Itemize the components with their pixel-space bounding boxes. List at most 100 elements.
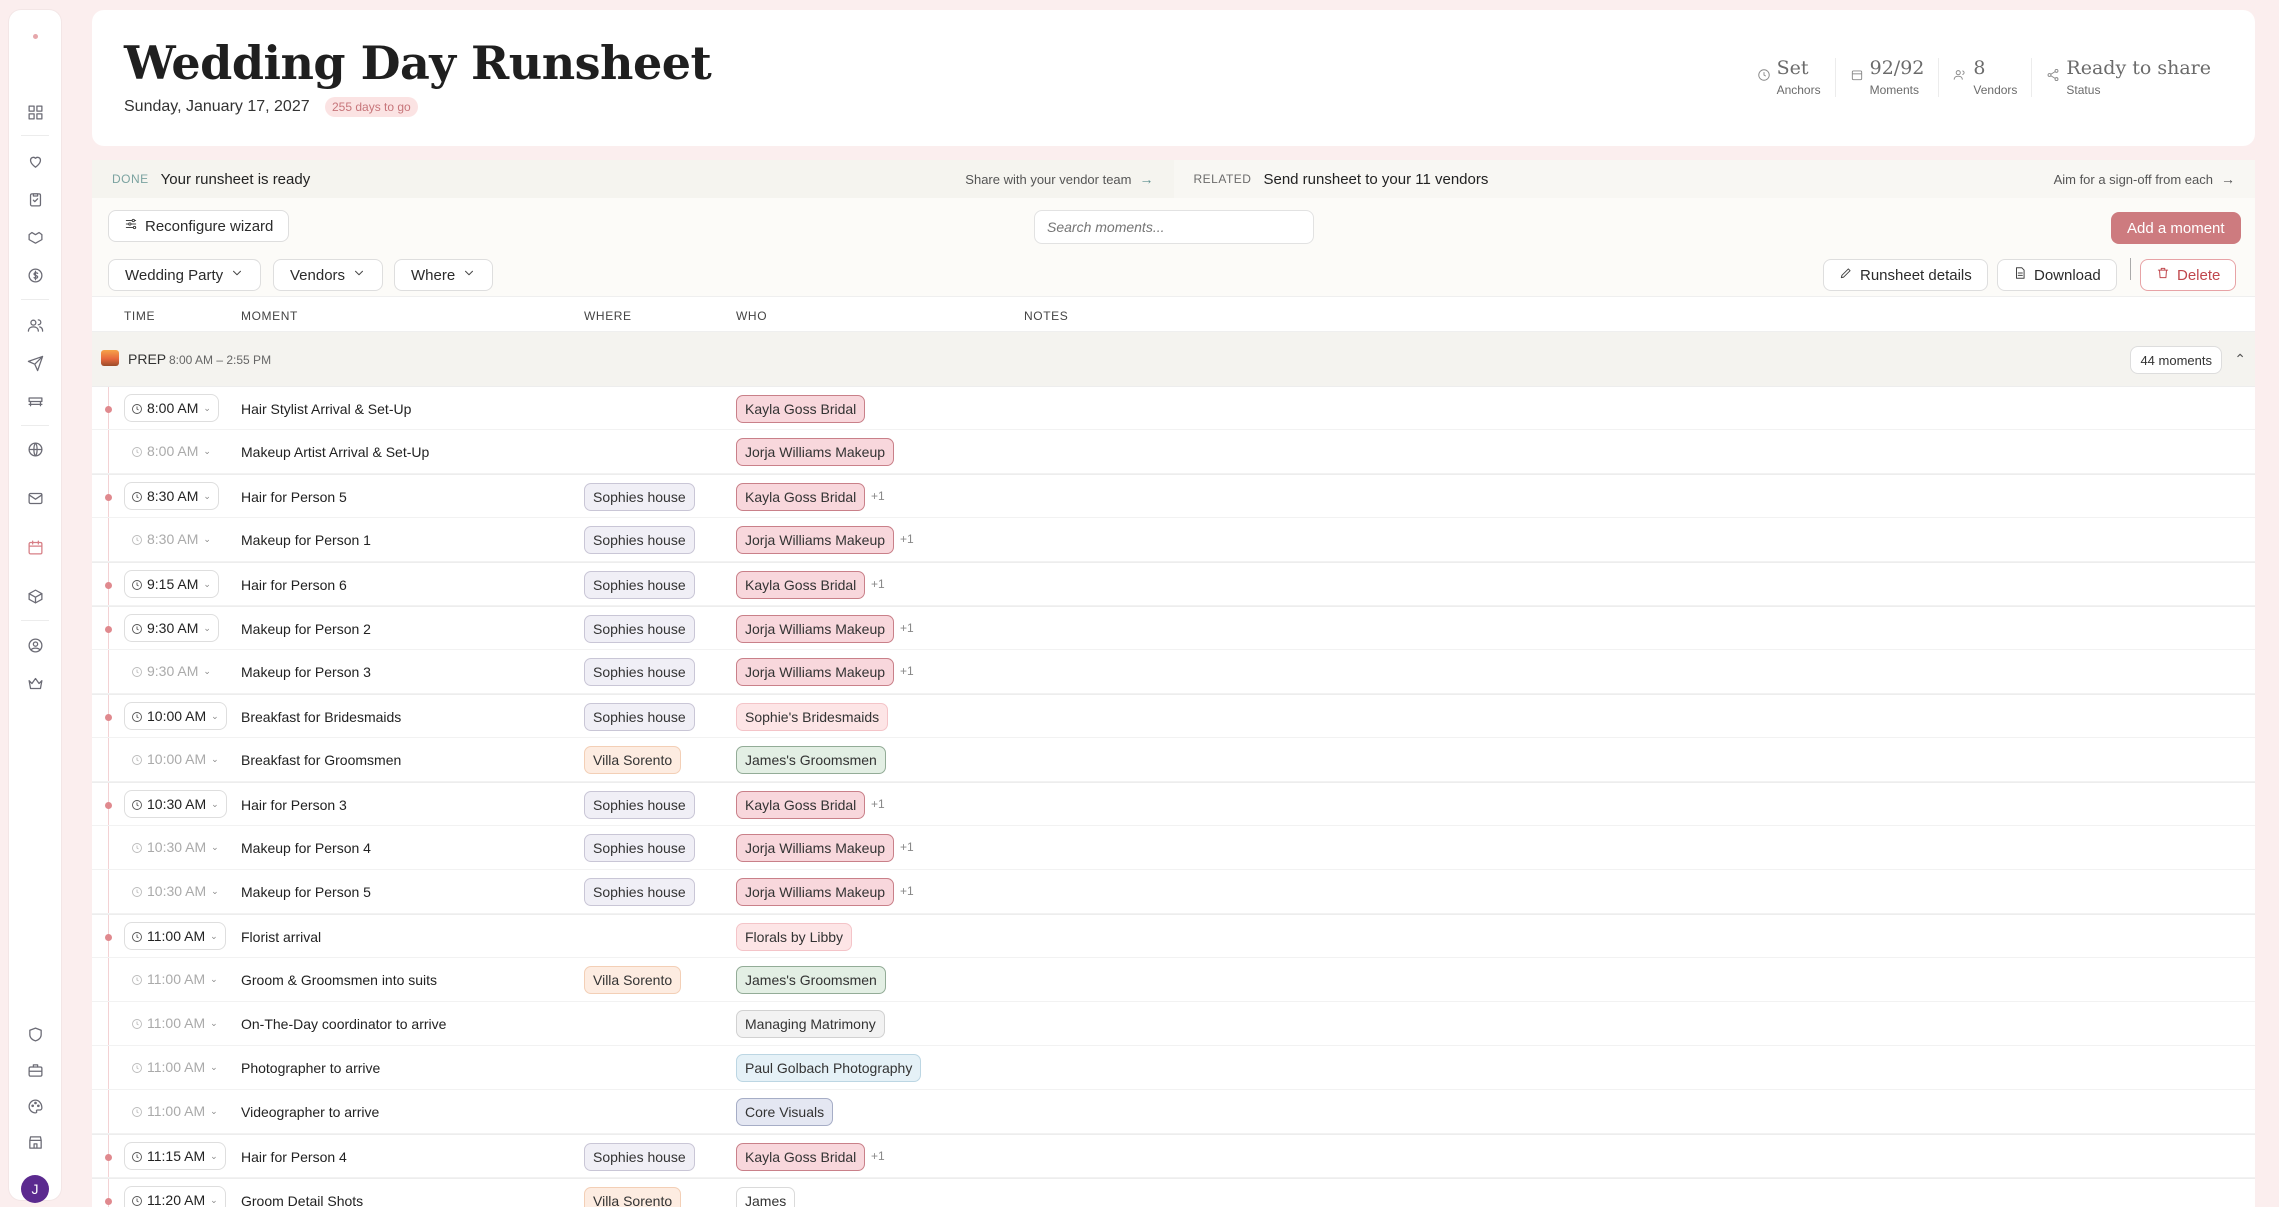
time-picker[interactable]: 11:00 AM ⌄: [124, 1009, 226, 1037]
table-row[interactable]: 11:00 AM ⌄ On-The-Day coordinator to arriv…: [92, 1002, 2255, 1046]
table-row[interactable]: 10:00 AM ⌄ Breakfast for Groomsmen Villa So…: [92, 738, 2255, 782]
table-row[interactable]: 11:00 AM ⌄ Groom & Groomsmen into suits Vil…: [92, 958, 2255, 1002]
time-picker[interactable]: 8:30 AM ⌄: [124, 525, 219, 553]
moment-title[interactable]: Hair for Person 3: [241, 797, 347, 813]
filter-where[interactable]: Where: [394, 259, 494, 291]
group-header-prep[interactable]: PREP 8:00 AM – 2:55 PM 44 moments ⌃: [92, 332, 2255, 386]
search-input[interactable]: [1034, 210, 1314, 244]
download-button[interactable]: Download: [1997, 259, 2117, 291]
reconfigure-wizard-button[interactable]: Reconfigure wizard: [108, 210, 290, 242]
moment-title[interactable]: Hair for Person 6: [241, 577, 347, 593]
vendor-tag[interactable]: Paul Golbach Photography: [736, 1054, 922, 1082]
location-tag[interactable]: Sophies house: [584, 615, 695, 643]
table-row[interactable]: 8:30 AM ⌄ Makeup for Person 1 Sophies house…: [92, 518, 2255, 562]
dollar-icon[interactable]: [25, 265, 45, 285]
moment-title[interactable]: Hair Stylist Arrival & Set-Up: [241, 401, 411, 417]
runsheet-details-button[interactable]: Runsheet details: [1823, 259, 1988, 291]
table-row[interactable]: 11:20 AM ⌄ Groom Detail Shots Villa Sorento…: [92, 1178, 2255, 1207]
table-row[interactable]: 9:30 AM ⌄ Makeup for Person 3 Sophies house…: [92, 650, 2255, 694]
account-icon[interactable]: [25, 635, 45, 655]
time-picker[interactable]: 11:15 AM ⌄: [124, 1142, 226, 1170]
vendor-tag[interactable]: Kayla Goss Bridal: [736, 1143, 866, 1171]
more-vendors-count[interactable]: +1: [900, 664, 914, 678]
store-icon[interactable]: [25, 1132, 45, 1152]
vendor-tag[interactable]: Jorja Williams Makeup: [736, 438, 895, 466]
location-tag[interactable]: Sophies house: [584, 1143, 695, 1171]
crown-icon[interactable]: [25, 673, 45, 693]
location-tag[interactable]: Sophies house: [584, 834, 695, 862]
time-picker[interactable]: 9:15 AM ⌄: [124, 570, 219, 598]
vendor-tag[interactable]: Jorja Williams Makeup: [736, 658, 895, 686]
more-vendors-count[interactable]: +1: [900, 621, 914, 635]
vendor-tag[interactable]: Florals by Libby: [736, 923, 853, 951]
filter-vendors[interactable]: Vendors: [273, 259, 384, 291]
location-tag[interactable]: Sophies house: [584, 791, 695, 819]
time-picker[interactable]: 11:20 AM ⌄: [124, 1186, 226, 1207]
location-tag[interactable]: Sophies house: [584, 703, 695, 731]
handshake-icon[interactable]: [25, 227, 45, 247]
location-tag[interactable]: Sophies house: [584, 878, 695, 906]
table-row[interactable]: 10:30 AM ⌄ Makeup for Person 5 Sophies hous…: [92, 870, 2255, 914]
more-vendors-count[interactable]: +1: [871, 577, 885, 591]
vendor-tag[interactable]: Jorja Williams Makeup: [736, 834, 895, 862]
moment-title[interactable]: Groom & Groomsmen into suits: [241, 972, 437, 988]
moment-title[interactable]: Breakfast for Bridesmaids: [241, 709, 401, 725]
moment-title[interactable]: Hair for Person 5: [241, 489, 347, 505]
table-row[interactable]: 9:15 AM ⌄ Hair for Person 6 Sophies house Ka…: [92, 562, 2255, 606]
moment-title[interactable]: Makeup for Person 3: [241, 664, 371, 680]
heart-icon[interactable]: [25, 151, 45, 171]
table-row[interactable]: 8:00 AM ⌄ Makeup Artist Arrival & Set-Up Jo…: [92, 430, 2255, 474]
vendor-tag[interactable]: Managing Matrimony: [736, 1010, 885, 1038]
delete-button[interactable]: Delete: [2140, 259, 2237, 291]
table-row[interactable]: 10:00 AM ⌄ Breakfast for Bridesmaids Sophie…: [92, 694, 2255, 738]
moment-title[interactable]: Groom Detail Shots: [241, 1193, 363, 1207]
time-picker[interactable]: 10:00 AM ⌄: [124, 702, 227, 730]
time-picker[interactable]: 9:30 AM ⌄: [124, 657, 219, 685]
time-picker[interactable]: 11:00 AM ⌄: [124, 965, 226, 993]
briefcase-icon[interactable]: [25, 1060, 45, 1080]
vendor-tag[interactable]: James: [736, 1187, 796, 1207]
more-vendors-count[interactable]: +1: [871, 797, 885, 811]
vendor-tag[interactable]: Jorja Williams Makeup: [736, 526, 895, 554]
time-picker[interactable]: 10:30 AM ⌄: [124, 877, 227, 905]
share-vendor-team-link[interactable]: Share with your vendor team →: [965, 171, 1153, 187]
mail-icon[interactable]: [25, 488, 45, 508]
table-row[interactable]: 11:15 AM ⌄ Hair for Person 4 Sophies house K…: [92, 1134, 2255, 1178]
sign-off-link[interactable]: Aim for a sign-off from each →: [2054, 171, 2235, 187]
time-picker[interactable]: 10:30 AM ⌄: [124, 833, 227, 861]
vendor-tag[interactable]: James's Groomsmen: [736, 966, 886, 994]
palette-icon[interactable]: [25, 1096, 45, 1116]
vendor-tag[interactable]: Jorja Williams Makeup: [736, 878, 895, 906]
more-vendors-count[interactable]: +1: [900, 532, 914, 546]
time-picker[interactable]: 11:00 AM ⌄: [124, 1053, 226, 1081]
more-vendors-count[interactable]: +1: [871, 1149, 885, 1163]
checklist-icon[interactable]: [25, 189, 45, 209]
location-tag[interactable]: Villa Sorento: [584, 746, 682, 774]
vendor-tag[interactable]: Jorja Williams Makeup: [736, 615, 895, 643]
guests-icon[interactable]: [25, 315, 45, 335]
time-picker[interactable]: 8:30 AM ⌄: [124, 482, 219, 510]
moment-title[interactable]: Makeup for Person 2: [241, 621, 371, 637]
location-tag[interactable]: Sophies house: [584, 483, 695, 511]
more-vendors-count[interactable]: +1: [900, 884, 914, 898]
moment-title[interactable]: Breakfast for Groomsmen: [241, 752, 401, 768]
send-icon[interactable]: [25, 353, 45, 373]
vendor-tag[interactable]: James's Groomsmen: [736, 746, 886, 774]
moment-title[interactable]: Florist arrival: [241, 929, 321, 945]
table-row[interactable]: 9:30 AM ⌄ Makeup for Person 2 Sophies house…: [92, 606, 2255, 650]
vendor-tag[interactable]: Kayla Goss Bridal: [736, 791, 866, 819]
time-picker[interactable]: 10:00 AM ⌄: [124, 745, 227, 773]
vendor-tag[interactable]: Kayla Goss Bridal: [736, 483, 866, 511]
location-tag[interactable]: Sophies house: [584, 571, 695, 599]
time-picker[interactable]: 11:00 AM ⌄: [124, 922, 226, 950]
location-tag[interactable]: Sophies house: [584, 526, 695, 554]
moment-title[interactable]: On-The-Day coordinator to arrive: [241, 1016, 446, 1032]
time-picker[interactable]: 9:30 AM ⌄: [124, 614, 219, 642]
location-tag[interactable]: Villa Sorento: [584, 966, 682, 994]
more-vendors-count[interactable]: +1: [900, 840, 914, 854]
time-picker[interactable]: 8:00 AM ⌄: [124, 394, 219, 422]
moment-title[interactable]: Makeup for Person 1: [241, 532, 371, 548]
moment-title[interactable]: Makeup for Person 4: [241, 840, 371, 856]
time-picker[interactable]: 10:30 AM ⌄: [124, 790, 227, 818]
location-tag[interactable]: Villa Sorento: [584, 1187, 682, 1207]
